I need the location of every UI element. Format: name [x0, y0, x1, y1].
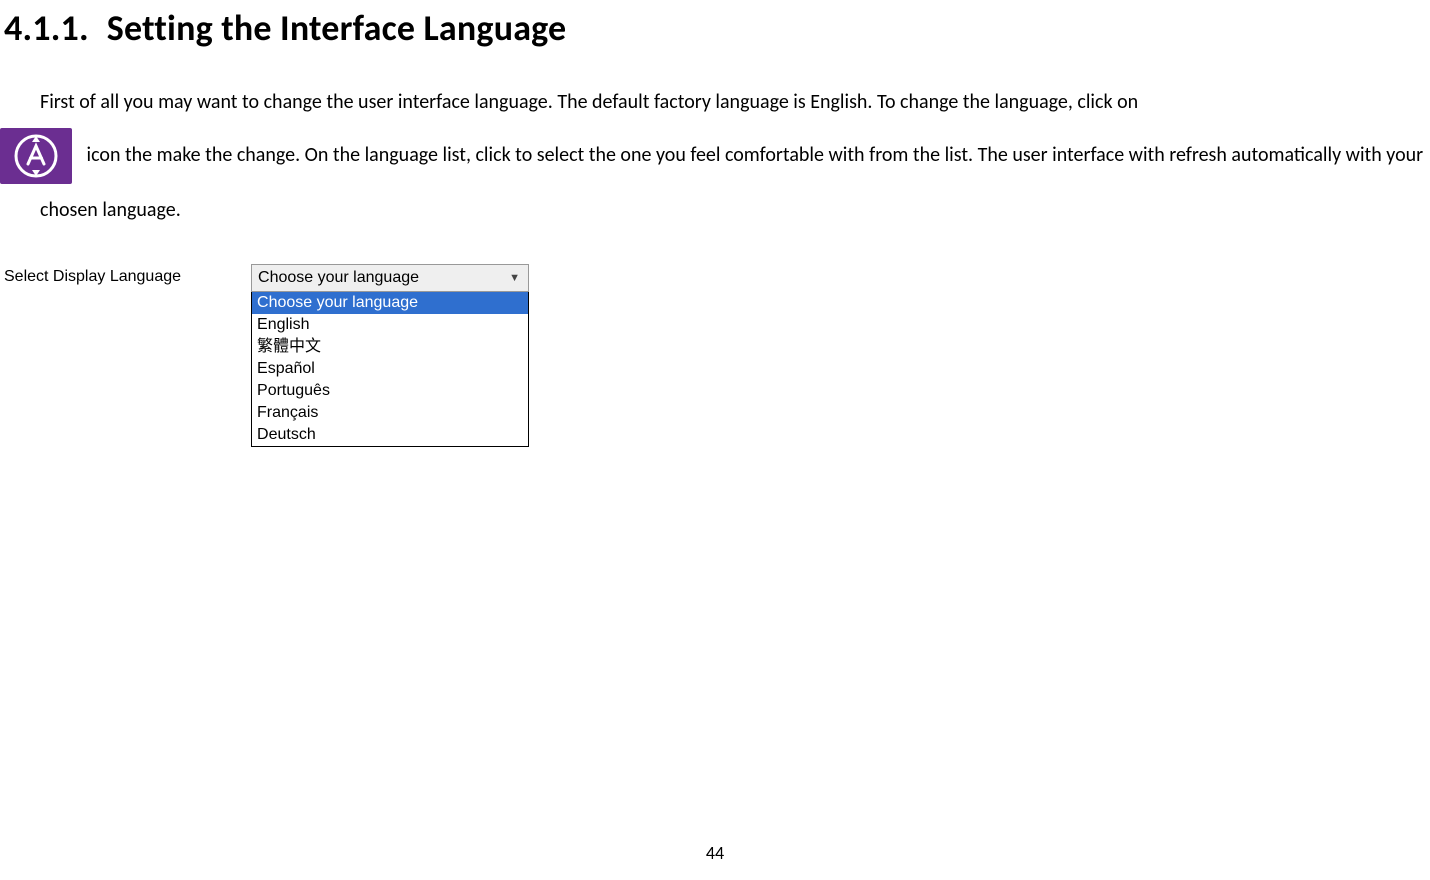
- section-heading: 4.1.1. Setting the Interface Language: [0, 0, 1430, 50]
- dropdown-option[interactable]: Choose your language: [252, 292, 528, 314]
- heading-number: 4.1.1.: [4, 6, 89, 50]
- dropdown-option[interactable]: Português: [252, 380, 528, 402]
- language-dropdown-figure: Select Display Language Choose your lang…: [4, 264, 1430, 447]
- body-paragraph: First of all you may want to change the …: [0, 50, 1430, 236]
- para-segment-2: icon the make the change. On the languag…: [40, 143, 1423, 222]
- heading-title: Setting the Interface Language: [107, 6, 567, 50]
- dropdown-label: Select Display Language: [4, 264, 181, 286]
- dropdown-option[interactable]: Deutsch: [252, 424, 528, 446]
- dropdown-option[interactable]: Français: [252, 402, 528, 424]
- dropdown-selected-value: Choose your language: [258, 269, 419, 287]
- dropdown-option[interactable]: Español: [252, 358, 528, 380]
- dropdown-closed-row[interactable]: Choose your language ▼: [251, 264, 529, 292]
- page-number: 44: [0, 842, 1430, 864]
- chevron-down-icon: ▼: [509, 272, 520, 284]
- dropdown-option[interactable]: English: [252, 314, 528, 336]
- language-icon: [0, 128, 72, 184]
- para-segment-1: First of all you may want to change the …: [40, 90, 1138, 114]
- dropdown-open-list[interactable]: Choose your languageEnglish繁體中文EspañolPo…: [251, 292, 529, 447]
- language-select[interactable]: Choose your language ▼ Choose your langu…: [251, 264, 529, 447]
- dropdown-option[interactable]: 繁體中文: [252, 336, 528, 358]
